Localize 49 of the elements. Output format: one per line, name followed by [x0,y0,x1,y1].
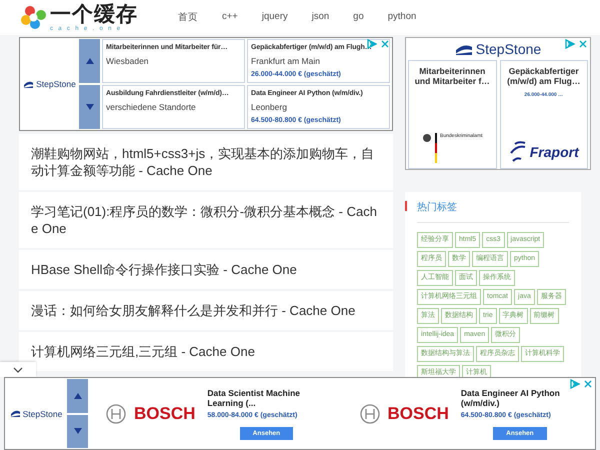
flag-stripe-icon [434,133,437,163]
close-icon [578,39,588,49]
company-logo: BOSCH [134,404,196,424]
airport-logo: Fraport [530,144,579,160]
article-link[interactable]: 漫话：如何给女朋友解释什么是并发和并行 - Cache One [19,291,393,330]
company-logo: BOSCH [388,404,449,424]
stepstone-logo-icon [23,80,34,88]
up-arrow-button[interactable] [79,39,100,83]
nav-link[interactable]: go [341,11,376,24]
job-title: Gepäckabfertiger (m/w/d) am Flug… [506,66,582,86]
job-location: Frankfurt am Main [251,56,321,66]
down-arrow-button[interactable] [67,414,88,448]
close-icon [380,39,390,49]
job-title: Data Scientist Machine Learning (... [207,388,301,408]
job-title: Data Engineer AI Python (w/m/div.) [460,388,561,408]
triangle-icon [72,427,82,436]
collapse-button[interactable] [0,362,36,377]
stepstone-logo-icon [10,409,21,418]
up-arrow-button[interactable] [67,379,88,412]
job-location: Wiesbaden [106,56,150,66]
nav-link[interactable]: python [376,11,428,24]
job-title: Mitarbeiterinnen und Mitarbeiter f… [414,66,491,86]
triangle-icon [84,103,94,111]
swoosh-icon [508,141,527,163]
article-link[interactable]: 学习笔记(01):程序员的数学：微积分-微积分基本概念 - Cache One [19,192,393,248]
site-logo-title: 一个缓存 [50,4,138,24]
nav-link[interactable]: 首页 [166,11,210,24]
job-location: verschiedene Standorte [106,102,197,112]
accent-bar [405,201,407,211]
down-arrow-button[interactable] [79,85,100,129]
pinwheel-logo-icon [20,5,47,30]
article-link[interactable]: HBase Shell命令行操作接口实验 - Cache One [19,250,393,289]
stepstone-logo: StepStone [476,41,542,57]
nav-link[interactable]: jquery [250,11,300,24]
stepstone-logo: StepStone [22,408,62,418]
nav-link[interactable]: c++ [210,11,250,24]
section-title: 热门标签 [417,198,569,223]
adchoices-icon [570,379,580,389]
stepstone-logo: StepStone [36,79,76,89]
job-location: Leonberg [251,102,288,112]
stepstone-logo-icon [454,42,473,56]
triangle-icon [72,392,82,400]
article-link[interactable]: 潮鞋购物网站，html5+css3+js，实现基本的添加购物车，自动计算金额等功能 - Cache One [19,134,393,190]
adchoices-icon [565,39,575,49]
triangle-icon [84,57,94,65]
nav-link[interactable]: json [300,11,342,24]
chevron-down-icon [13,366,23,372]
close-icon [583,379,593,389]
article-link[interactable]: 计算机网络三元组,三元组 - Cache One [19,332,393,371]
